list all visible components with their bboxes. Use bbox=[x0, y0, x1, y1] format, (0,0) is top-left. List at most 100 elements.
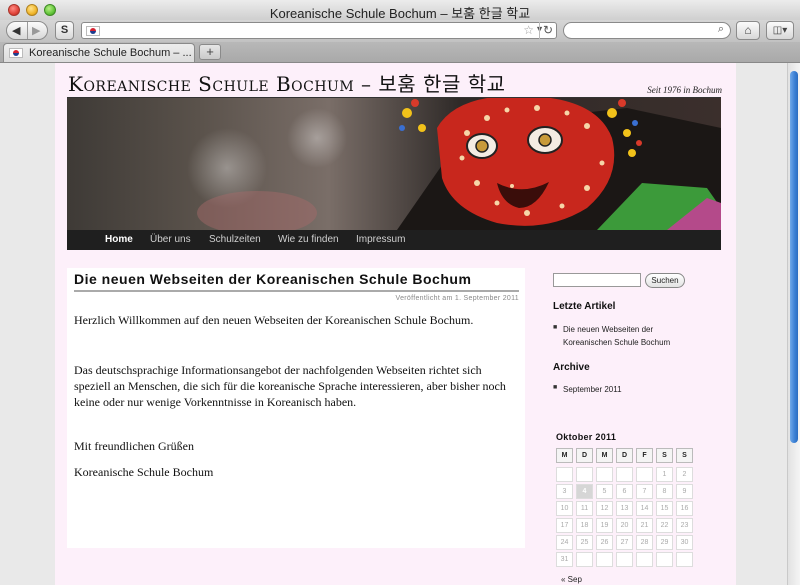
calendar-weekday-header: S bbox=[656, 448, 673, 463]
plus-icon: + bbox=[206, 44, 214, 59]
bookmarks-button[interactable]: ◫▾ bbox=[766, 21, 794, 40]
calendar-day: 9 bbox=[676, 484, 693, 499]
recent-post-link[interactable]: Die neuen Webseiten der Koreanischen Sch… bbox=[563, 323, 693, 349]
calendar-day: 20 bbox=[616, 518, 633, 533]
calendar-day: 21 bbox=[636, 518, 653, 533]
post-paragraph: Mit freundlichen Grüßen bbox=[74, 439, 194, 453]
calendar-day: 6 bbox=[616, 484, 633, 499]
nav-buttons: ◀ ▶ bbox=[6, 21, 48, 40]
main-navigation: Home Über uns Schulzeiten Wie zu finden … bbox=[67, 230, 721, 250]
calendar-day: 24 bbox=[556, 535, 573, 550]
calendar-day: 18 bbox=[576, 518, 593, 533]
calendar-day: 26 bbox=[596, 535, 613, 550]
browser-search-field[interactable]: ⌕ bbox=[563, 22, 731, 39]
site-title[interactable]: Koreanische Schule Bochum – 보훔 한글 학교 bbox=[68, 68, 506, 97]
nav-separator bbox=[27, 22, 28, 39]
post-paragraph: Das deutschsprachige Informationsangebot… bbox=[74, 363, 506, 409]
nav-item-impressum[interactable]: Impressum bbox=[356, 230, 405, 250]
calendar-day: 3 bbox=[556, 484, 573, 499]
korean-flag-favicon-icon bbox=[9, 48, 23, 58]
calendar-empty-cell bbox=[616, 467, 633, 482]
nav-item-wie-zu-finden[interactable]: Wie zu finden bbox=[278, 230, 339, 250]
new-tab-button[interactable]: + bbox=[199, 44, 221, 60]
calendar-day: 1 bbox=[656, 467, 673, 482]
reload-icon[interactable]: ↻ bbox=[539, 22, 556, 39]
calendar-day: 28 bbox=[636, 535, 653, 550]
address-bar[interactable]: ☆ ▼ ↻ bbox=[81, 22, 557, 39]
calendar-weekday-header: S bbox=[676, 448, 693, 463]
calendar-empty-cell bbox=[616, 552, 633, 567]
recent-posts-title: Letzte Artikel bbox=[553, 301, 616, 312]
calendar-prev-link[interactable]: « Sep bbox=[561, 575, 582, 584]
forward-arrow-icon[interactable]: ▶ bbox=[32, 24, 40, 37]
sidebar: Suchen Letzte Artikel ■ Die neuen Websei… bbox=[553, 268, 723, 585]
s-button[interactable]: S bbox=[55, 21, 74, 40]
bookmarks-icon: ◫▾ bbox=[772, 25, 788, 36]
calendar-day: 14 bbox=[636, 501, 653, 516]
calendar-day: 15 bbox=[656, 501, 673, 516]
nav-item-ueber-uns[interactable]: Über uns bbox=[150, 230, 191, 250]
bullet-icon: ■ bbox=[553, 324, 558, 331]
browser-viewport: Koreanische Schule Bochum – 보훔 한글 학교 Sei… bbox=[0, 63, 787, 585]
calendar-weekday-header: D bbox=[616, 448, 633, 463]
calendar-day: 22 bbox=[656, 518, 673, 533]
tab-current[interactable]: Koreanische Schule Bochum – ... bbox=[3, 43, 195, 62]
calendar-day: 31 bbox=[556, 552, 573, 567]
calendar-day: 27 bbox=[616, 535, 633, 550]
post-content-area: Die neuen Webseiten der Koreanischen Sch… bbox=[67, 268, 525, 548]
post-title-divider bbox=[74, 290, 519, 292]
calendar-empty-cell bbox=[636, 552, 653, 567]
calendar-day: 5 bbox=[596, 484, 613, 499]
calendar-empty-cell bbox=[596, 552, 613, 567]
site-search-input[interactable] bbox=[553, 273, 641, 287]
calendar-empty-cell bbox=[576, 552, 593, 567]
calendar-day: 11 bbox=[576, 501, 593, 516]
calendar-day: 12 bbox=[596, 501, 613, 516]
back-arrow-icon[interactable]: ◀ bbox=[12, 24, 20, 37]
scrollbar-thumb[interactable] bbox=[790, 71, 798, 443]
calendar-day: 2 bbox=[676, 467, 693, 482]
browser-toolbar: ◀ ▶ S ☆ ▼ ↻ ⌕ ⌂ ◫▾ bbox=[0, 20, 800, 42]
post-signature: Koreanische Schule Bochum bbox=[74, 465, 214, 479]
calendar-weekday-header: F bbox=[636, 448, 653, 463]
bookmark-star-icon[interactable]: ☆ bbox=[523, 23, 534, 37]
post-paragraph: Herzlich Willkommen auf den neuen Websei… bbox=[74, 313, 474, 327]
calendar-day: 13 bbox=[616, 501, 633, 516]
post-date: Veröffentlicht am 1. September 2011 bbox=[395, 295, 519, 302]
korean-flag-favicon-icon bbox=[86, 26, 100, 36]
header-banner-image bbox=[67, 98, 721, 230]
bullet-icon: ■ bbox=[553, 384, 558, 391]
calendar-day: 4 bbox=[576, 484, 593, 499]
calendar-day: 23 bbox=[676, 518, 693, 533]
calendar-day: 25 bbox=[576, 535, 593, 550]
calendar-empty-cell bbox=[596, 467, 613, 482]
home-icon: ⌂ bbox=[744, 23, 752, 37]
nav-item-schulzeiten[interactable]: Schulzeiten bbox=[209, 230, 261, 250]
nav-item-home[interactable]: Home bbox=[105, 230, 133, 250]
calendar-day: 19 bbox=[596, 518, 613, 533]
search-icon[interactable]: ⌕ bbox=[718, 23, 724, 36]
calendar-empty-cell bbox=[576, 467, 593, 482]
vertical-scrollbar[interactable] bbox=[787, 63, 800, 585]
calendar-weekday-header: M bbox=[596, 448, 613, 463]
calendar-empty-cell bbox=[556, 467, 573, 482]
home-button[interactable]: ⌂ bbox=[736, 21, 760, 40]
calendar-empty-cell bbox=[676, 552, 693, 567]
calendar-day: 7 bbox=[636, 484, 653, 499]
archive-title: Archive bbox=[553, 362, 590, 373]
calendar-day: 8 bbox=[656, 484, 673, 499]
calendar-weekday-header: M bbox=[556, 448, 573, 463]
window-titlebar: Koreanische Schule Bochum – 보훔 한글 학교 bbox=[0, 0, 800, 21]
archive-link[interactable]: September 2011 bbox=[563, 383, 693, 396]
page-container: Koreanische Schule Bochum – 보훔 한글 학교 Sei… bbox=[55, 63, 736, 585]
calendar-day: 17 bbox=[556, 518, 573, 533]
tab-strip: Koreanische Schule Bochum – ... + bbox=[0, 42, 800, 63]
calendar-day: 30 bbox=[676, 535, 693, 550]
calendar-day: 10 bbox=[556, 501, 573, 516]
calendar-day: 29 bbox=[656, 535, 673, 550]
calendar-day: 16 bbox=[676, 501, 693, 516]
tab-label: Koreanische Schule Bochum – ... bbox=[29, 47, 192, 59]
post-title[interactable]: Die neuen Webseiten der Koreanischen Sch… bbox=[74, 271, 471, 287]
search-button[interactable]: Suchen bbox=[645, 273, 685, 288]
mask-dancer-illustration bbox=[187, 98, 721, 230]
